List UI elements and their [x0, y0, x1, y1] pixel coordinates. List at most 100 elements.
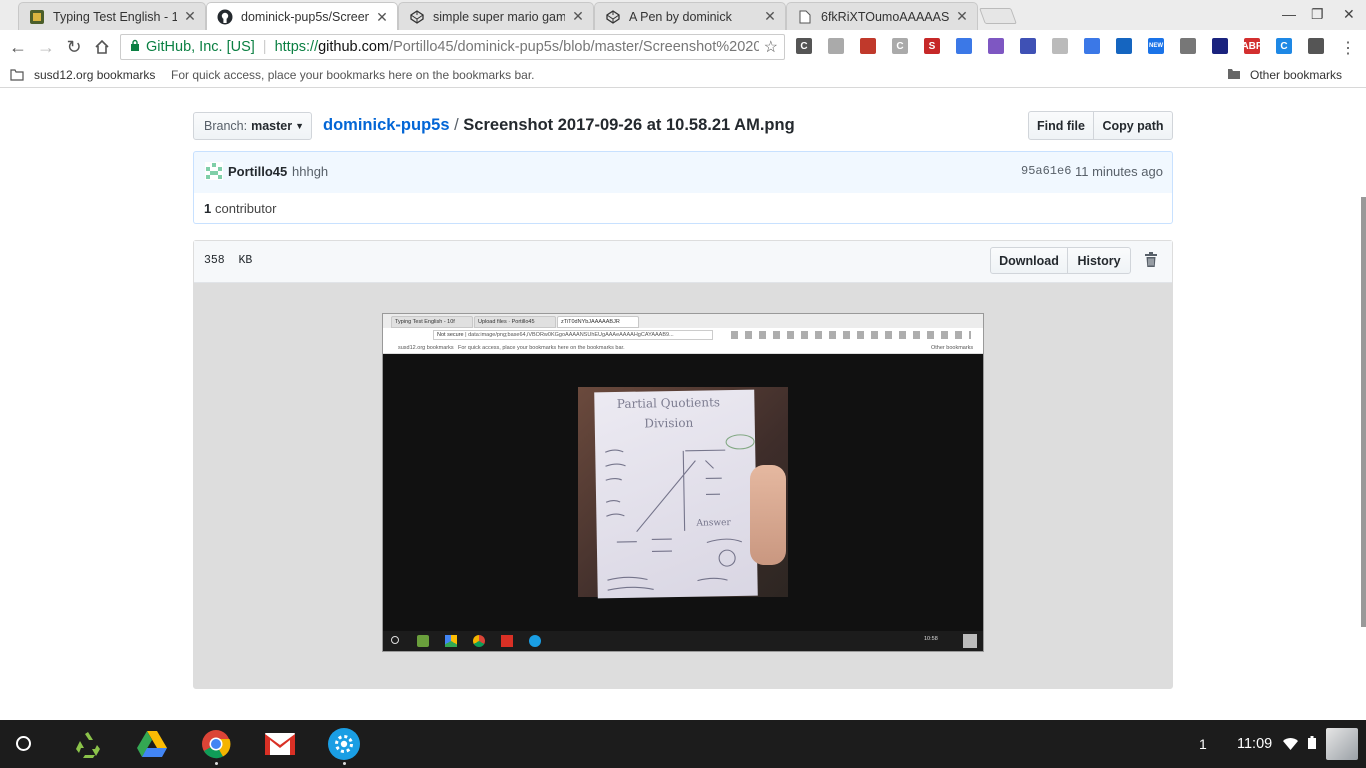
back-arrow-icon[interactable]: ← — [7, 36, 29, 58]
bookmarks-bar: susd12.org bookmarks For quick access, p… — [0, 64, 1366, 88]
codepen-favicon-icon — [409, 9, 425, 25]
preview-drive-icon — [445, 635, 457, 647]
bookmark-star-icon[interactable]: ☆ — [764, 37, 778, 57]
tab-close-icon[interactable]: ✕ — [375, 9, 389, 26]
tab-image-data[interactable]: 6fkRiXTOumoAAAAASUVORK5CYII= ✕ — [786, 2, 978, 30]
extension-icon[interactable]: C — [796, 38, 812, 54]
preview-bm-folder: susd12.org bookmarks — [398, 345, 454, 351]
extension-icon[interactable] — [988, 38, 1004, 54]
tab-close-icon[interactable]: ✕ — [955, 8, 969, 25]
image-preview: Typing Test English - 10f Upload files ·… — [382, 313, 984, 652]
page-scrollbar[interactable] — [1361, 197, 1366, 627]
extension-icon[interactable]: ABP — [1241, 38, 1263, 54]
tab-title: Typing Test English - 10FastFingers — [53, 9, 177, 24]
notification-count[interactable]: 1 — [1199, 736, 1207, 752]
preview-tab: zTiT0dNYbJAAAAABJR — [557, 316, 639, 328]
home-icon[interactable] — [91, 36, 113, 58]
find-file-button[interactable]: Find file — [1028, 111, 1094, 140]
tab-close-icon[interactable]: ✕ — [183, 8, 197, 25]
tab-github-screenshot[interactable]: dominick-pup5s/Screenshot 2017-09-26 ✕ — [206, 2, 398, 31]
extension-icon[interactable] — [1180, 38, 1196, 54]
copy-path-button[interactable]: Copy path — [1093, 111, 1173, 140]
file-size: 358 KB — [204, 254, 253, 267]
google-drive-icon[interactable] — [136, 728, 168, 760]
maximize-icon[interactable]: ❐ — [1311, 6, 1324, 23]
extension-icon[interactable] — [1212, 38, 1228, 54]
bookmark-folder-susd12[interactable]: susd12.org bookmarks — [34, 68, 155, 82]
url-host: github.com — [318, 39, 390, 55]
preview-tab: Upload files · Portillo45 — [474, 316, 556, 328]
extension-icon[interactable] — [956, 38, 972, 54]
window-close-icon[interactable]: ✕ — [1343, 6, 1355, 23]
other-bookmarks[interactable]: Other bookmarks — [1250, 68, 1342, 82]
tab-close-icon[interactable]: ✕ — [571, 8, 585, 25]
tab-title: 6fkRiXTOumoAAAAASUVORK5CYII= — [821, 9, 949, 24]
other-bookmarks-folder-icon — [1227, 68, 1241, 83]
running-indicator — [215, 762, 218, 765]
chrome-menu-icon[interactable]: ⋮ — [1340, 38, 1356, 58]
extension-icon[interactable] — [1308, 38, 1324, 54]
minimize-icon[interactable]: — — [1282, 6, 1296, 22]
repo-link[interactable]: dominick-pup5s — [323, 116, 450, 134]
security-label: GitHub, Inc. [US] — [146, 39, 255, 55]
preview-settings-icon — [529, 635, 541, 647]
tab-close-icon[interactable]: ✕ — [763, 8, 777, 25]
recycle-app-icon[interactable] — [72, 728, 104, 760]
extension-icon[interactable]: NEW — [1148, 38, 1164, 54]
preview-shelf: 10:58 — [383, 631, 983, 651]
commit-sha[interactable]: 95a61e6 — [1021, 164, 1071, 178]
system-clock[interactable]: 11:09 — [1237, 736, 1272, 752]
paper-title: Partial Quotients Division — [616, 395, 721, 431]
battery-icon[interactable] — [1308, 736, 1316, 752]
extension-icon[interactable] — [1084, 38, 1100, 54]
preview-launcher-icon — [391, 636, 399, 644]
user-avatar[interactable] — [1326, 728, 1358, 760]
tab-pen-by-dominick[interactable]: A Pen by dominick ✕ — [594, 2, 786, 30]
github-favicon-icon — [217, 9, 233, 25]
tab-title: dominick-pup5s/Screenshot 2017-09-26 — [241, 10, 369, 24]
contributors-bar[interactable] — [193, 193, 1173, 224]
paper-sheet: Partial Quotients Division Answer — [594, 389, 758, 599]
branch-select-button[interactable]: Branch: master ▼ — [193, 112, 312, 140]
tab-mario-game[interactable]: simple super mario game ✕ — [398, 2, 594, 30]
commit-author[interactable]: Portillo45 — [228, 164, 287, 179]
extension-icon[interactable] — [860, 38, 876, 54]
webcam-photo: Partial Quotients Division Answer — [578, 387, 788, 599]
omnibox-divider: | — [262, 39, 267, 55]
extension-icon[interactable]: S — [924, 38, 940, 54]
chrome-app-icon[interactable] — [200, 728, 232, 760]
preview-url: data:image/png;base64,iVBORw0KGgoAAAANSU… — [468, 332, 674, 338]
gmail-app-icon[interactable] — [264, 728, 296, 760]
avatar[interactable] — [205, 162, 223, 183]
preview-chrome-icon — [473, 635, 485, 647]
extension-icon[interactable] — [828, 38, 844, 54]
breadcrumb: dominick-pup5s / Screenshot 2017-09-26 a… — [323, 116, 795, 135]
breadcrumb-separator: / — [454, 116, 459, 134]
launcher-icon[interactable] — [16, 736, 31, 751]
wifi-icon[interactable] — [1283, 738, 1298, 753]
tab-typing-test[interactable]: Typing Test English - 10FastFingers ✕ — [18, 2, 206, 30]
contributor-count: 1 — [204, 201, 212, 216]
extension-icon[interactable]: C — [1276, 38, 1292, 54]
extension-icon[interactable] — [1052, 38, 1068, 54]
commit-message[interactable]: hhhgh — [292, 164, 328, 179]
preview-insecure: Not secure — [437, 332, 464, 338]
url-path: /Portillo45/dominick-pup5s/blob/master/S… — [389, 39, 760, 55]
document-favicon-icon — [797, 9, 813, 25]
preview-toolbar: Not secure | data:image/png;base64,iVBOR… — [383, 328, 983, 342]
trash-icon[interactable] — [1144, 252, 1158, 271]
extension-icon[interactable] — [1020, 38, 1036, 54]
extension-icon[interactable]: C — [892, 38, 908, 54]
download-button[interactable]: Download — [990, 247, 1068, 274]
preview-bm-hint: For quick access, place your bookmarks h… — [458, 345, 625, 351]
settings-app-icon[interactable] — [328, 728, 360, 760]
lock-icon — [130, 39, 140, 55]
reload-icon[interactable]: ↻ — [63, 36, 85, 58]
extension-icon[interactable] — [1116, 38, 1132, 54]
new-tab-button[interactable] — [979, 8, 1017, 24]
branch-name: master — [251, 119, 293, 133]
preview-bm-other: Other bookmarks — [931, 345, 974, 351]
history-button[interactable]: History — [1067, 247, 1131, 274]
forward-arrow-icon[interactable]: → — [35, 36, 57, 58]
address-bar[interactable]: GitHub, Inc. [US] | https:// github.com … — [120, 34, 785, 60]
